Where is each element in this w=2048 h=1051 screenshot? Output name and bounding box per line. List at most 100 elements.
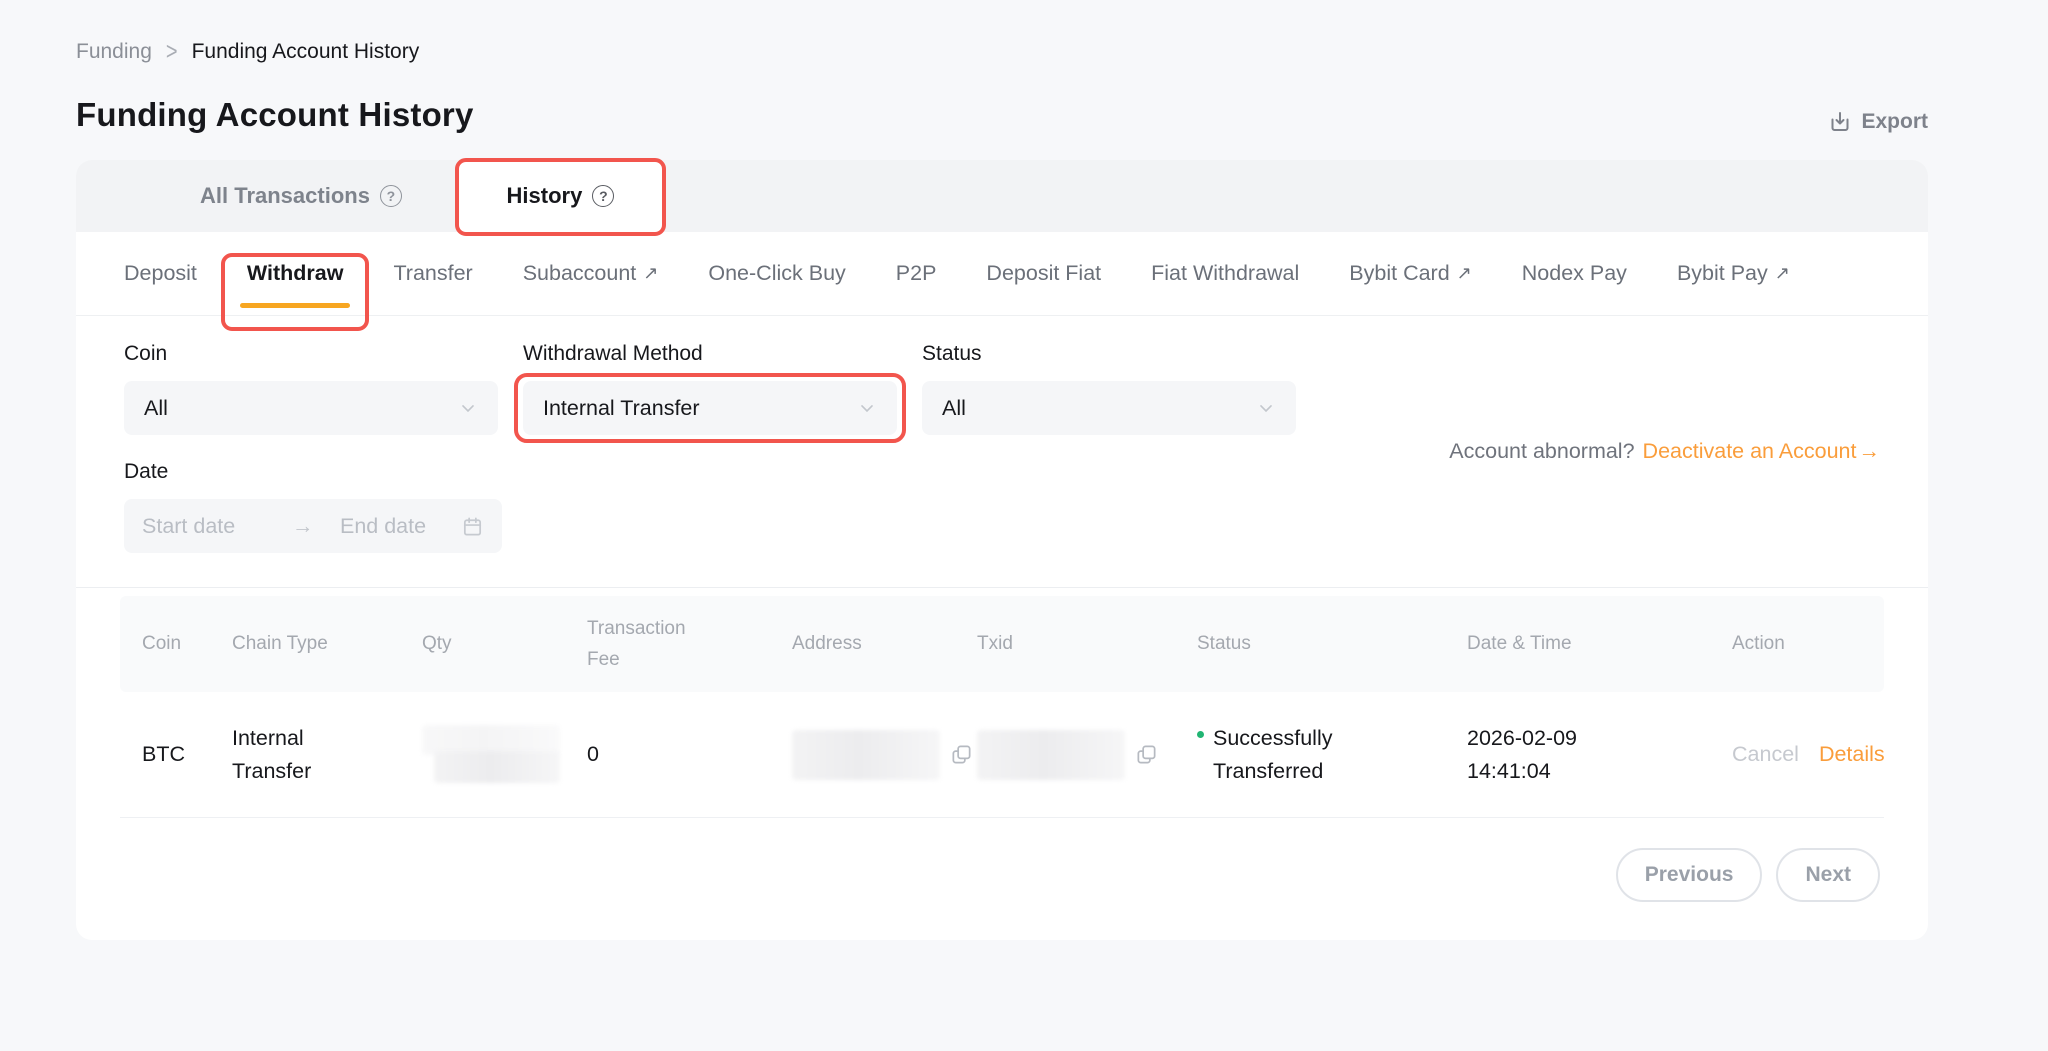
status-filter: Status All: [922, 342, 1296, 435]
col-action: Action: [1732, 633, 1862, 655]
status-filter-label: Status: [922, 342, 1296, 366]
withdraw-subtabs: Deposit Withdraw Transfer Subaccount ↗ On…: [76, 232, 1928, 316]
col-date-time: Date & Time: [1467, 633, 1732, 655]
page-title: Funding Account History: [76, 96, 474, 134]
chevron-down-icon: [458, 398, 478, 418]
tab-history[interactable]: History ?: [458, 160, 663, 232]
row-time: 14:41:04: [1467, 755, 1732, 787]
tab-all-transactions[interactable]: All Transactions ?: [76, 160, 458, 232]
previous-page-button[interactable]: Previous: [1616, 848, 1763, 902]
breadcrumb-funding[interactable]: Funding: [76, 40, 152, 64]
withdrawal-method-select[interactable]: Internal Transfer: [523, 381, 897, 435]
subtab-label: P2P: [896, 261, 937, 286]
account-abnormal-note: Account abnormal? Deactivate an Account→: [1449, 439, 1880, 464]
external-link-icon: ↗: [643, 263, 658, 284]
coin-filter-label: Coin: [124, 342, 498, 366]
cell-transaction-fee: 0: [587, 742, 792, 767]
pagination: Previous Next: [76, 818, 1928, 902]
col-qty: Qty: [422, 633, 587, 655]
subtab-p2p[interactable]: P2P: [896, 261, 937, 286]
copy-icon[interactable]: [950, 743, 973, 766]
calendar-icon[interactable]: [461, 515, 484, 538]
subtab-label: Deposit Fiat: [986, 261, 1101, 286]
subtab-label: Bybit Card: [1349, 261, 1449, 286]
funding-history-card: All Transactions ? History ? Deposit Wit…: [76, 160, 1928, 940]
status-select-value: All: [942, 396, 966, 421]
coin-select-value: All: [144, 396, 168, 421]
subtab-nodex-pay[interactable]: Nodex Pay: [1522, 261, 1627, 286]
next-page-button[interactable]: Next: [1776, 848, 1880, 902]
help-icon[interactable]: ?: [380, 185, 402, 207]
export-button[interactable]: Export: [1828, 110, 1928, 134]
subtab-one-click-buy[interactable]: One-Click Buy: [708, 261, 845, 286]
subtab-subaccount[interactable]: Subaccount ↗: [523, 261, 659, 286]
details-action[interactable]: Details: [1819, 742, 1885, 767]
external-link-icon: ↗: [1457, 263, 1472, 284]
page-content: Funding > Funding Account History Fundin…: [76, 0, 1928, 940]
copy-icon[interactable]: [1135, 743, 1158, 766]
cell-address: [792, 730, 977, 780]
deactivate-account-label: Deactivate an Account: [1643, 439, 1857, 464]
cell-status: Successfully Transferred: [1197, 722, 1467, 787]
subtab-label: Transfer: [393, 261, 472, 286]
status-text: Successfully Transferred: [1213, 722, 1358, 787]
cell-action: Cancel Details: [1732, 742, 1885, 767]
txid-redacted-block: [977, 730, 1125, 780]
subtab-label: Nodex Pay: [1522, 261, 1627, 286]
status-select[interactable]: All: [922, 381, 1296, 435]
chevron-down-icon: [1256, 398, 1276, 418]
cancel-action[interactable]: Cancel: [1732, 742, 1799, 767]
breadcrumb-current: Funding Account History: [192, 40, 420, 64]
subtab-label: One-Click Buy: [708, 261, 845, 286]
withdrawal-method-value: Internal Transfer: [543, 396, 700, 421]
start-date-placeholder: Start date: [142, 514, 292, 539]
title-row: Funding Account History Export: [76, 96, 1928, 134]
col-address: Address: [792, 633, 977, 655]
withdrawal-method-label: Withdrawal Method: [523, 342, 897, 366]
subtab-label: Deposit: [124, 261, 197, 286]
withdraw-history-table: Coin Chain Type Qty Transaction Fee Addr…: [76, 588, 1928, 818]
table-header-row: Coin Chain Type Qty Transaction Fee Addr…: [120, 596, 1884, 692]
subtab-deposit-fiat[interactable]: Deposit Fiat: [986, 261, 1101, 286]
date-filter: Date Start date → End date: [124, 460, 1880, 553]
date-range-input[interactable]: Start date → End date: [124, 499, 502, 553]
download-icon: [1828, 110, 1852, 134]
help-icon[interactable]: ?: [592, 185, 614, 207]
account-abnormal-text: Account abnormal?: [1449, 439, 1634, 464]
tab-history-label: History: [507, 183, 583, 209]
redacted-block: [434, 751, 560, 783]
col-chain-type: Chain Type: [232, 633, 422, 655]
chevron-down-icon: [857, 398, 877, 418]
col-status: Status: [1197, 633, 1467, 655]
tab-all-transactions-label: All Transactions: [200, 183, 370, 209]
breadcrumb: Funding > Funding Account History: [76, 40, 1928, 64]
end-date-placeholder: End date: [340, 514, 461, 539]
status-dot-icon: [1197, 731, 1204, 738]
filters-section: Coin All Withdrawal Method Internal Tran…: [76, 316, 1928, 587]
subtab-deposit[interactable]: Deposit: [124, 261, 197, 286]
row-date: 2026-02-09: [1467, 722, 1732, 754]
address-redacted-block: [792, 730, 940, 780]
arrow-right-icon: →: [1859, 439, 1881, 464]
coin-filter: Coin All: [124, 342, 498, 435]
subtab-transfer[interactable]: Transfer: [393, 261, 472, 286]
withdrawal-method-filter: Withdrawal Method Internal Transfer: [523, 342, 897, 435]
subtab-bybit-card[interactable]: Bybit Card ↗: [1349, 261, 1471, 286]
cell-chain-type: Internal Transfer: [232, 722, 342, 787]
range-arrow-icon: →: [292, 514, 340, 539]
col-txid: Txid: [977, 633, 1197, 655]
coin-select[interactable]: All: [124, 381, 498, 435]
subtab-bybit-pay[interactable]: Bybit Pay↗: [1677, 261, 1790, 286]
active-tab-underline: [240, 303, 350, 308]
subtab-withdraw[interactable]: Withdraw: [247, 232, 344, 315]
cell-qty-redacted: [422, 725, 572, 785]
col-coin: Coin: [142, 633, 232, 655]
subtab-label: Subaccount: [523, 261, 637, 286]
history-tabbar: All Transactions ? History ?: [76, 160, 1928, 232]
chevron-right-icon: >: [166, 38, 178, 67]
cell-txid: [977, 730, 1197, 780]
deactivate-account-link[interactable]: Deactivate an Account→: [1643, 439, 1880, 464]
subtab-fiat-withdrawal[interactable]: Fiat Withdrawal: [1151, 261, 1299, 286]
export-label: Export: [1861, 110, 1928, 134]
cell-coin: BTC: [142, 742, 232, 767]
